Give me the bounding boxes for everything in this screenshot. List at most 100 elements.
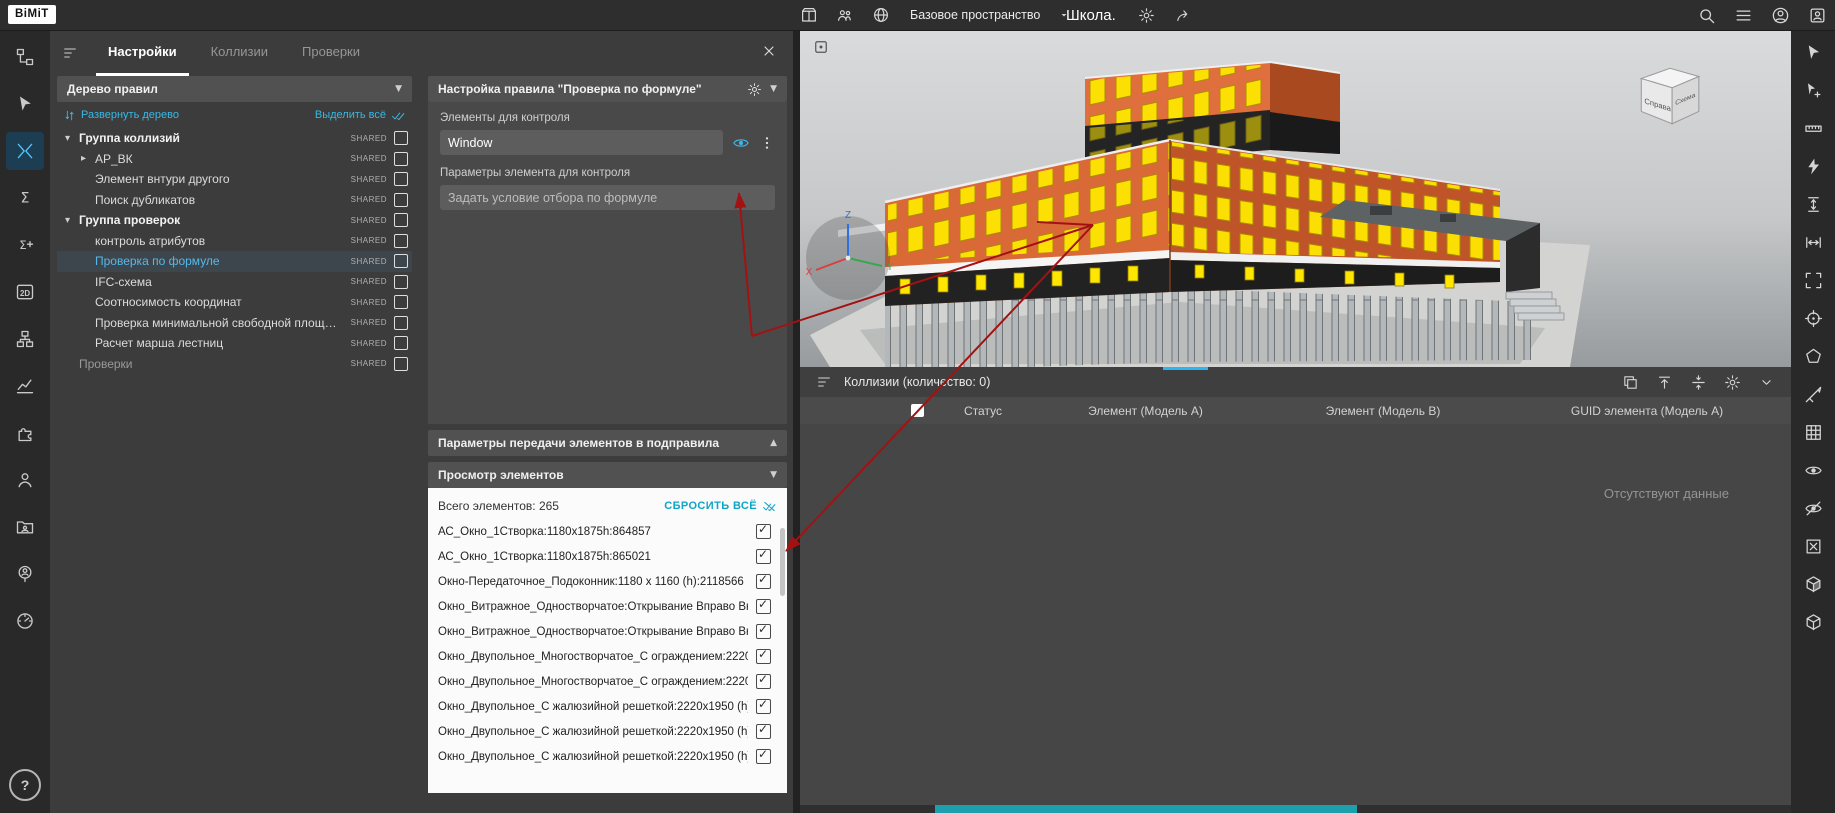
tree-item[interactable]: Расчет марша лестниц SHARED [57, 333, 412, 354]
settings-gear-icon[interactable] [747, 82, 762, 97]
tree-item[interactable]: Проверка минимальной свободной площади с… [57, 313, 412, 334]
tree-item[interactable]: ▾ Группа проверок SHARED [57, 210, 412, 231]
tree-item[interactable]: IFC-схема SHARED [57, 272, 412, 293]
cube-view-tool[interactable] [1798, 608, 1828, 636]
column-header[interactable]: Статус [938, 404, 1028, 418]
preview-elements-header[interactable]: Просмотр элементов ▼ [428, 462, 787, 488]
tree-item[interactable]: Проверка по формуле SHARED [57, 251, 412, 272]
expander-icon[interactable]: ▸ [81, 153, 95, 164]
user-location-tool[interactable] [6, 555, 44, 593]
chevron-down-icon[interactable] [1758, 374, 1775, 391]
panel-menu-icon[interactable] [816, 374, 832, 390]
app-logo[interactable]: BiMiT [8, 5, 56, 24]
expand-tree-link[interactable]: Развернуть дерево [63, 109, 179, 122]
ruler-tool[interactable] [1798, 114, 1828, 142]
element-list-item[interactable]: Окно_Двупольное_С жалюзийной решеткой:22… [438, 719, 777, 744]
element-checkbox[interactable] [756, 574, 771, 589]
reset-all-button[interactable]: СБРОСИТЬ ВСЁ [664, 499, 777, 514]
sigma-plus-tool[interactable]: Σ [6, 226, 44, 264]
column-header[interactable]: Элемент (Модель А) [1028, 404, 1263, 418]
cut-knife-tool[interactable] [1798, 380, 1828, 408]
element-checkbox[interactable] [756, 624, 771, 639]
transfer-params-header[interactable]: Параметры передачи элементов в подправил… [428, 430, 787, 456]
element-list-item[interactable]: Окно_Двупольное_С жалюзийной решеткой:22… [438, 744, 777, 769]
tree-item[interactable]: контроль атрибутов SHARED [57, 231, 412, 252]
tree-item[interactable]: Поиск дубликатов SHARED [57, 190, 412, 211]
view-2d-tool[interactable]: 2D [6, 273, 44, 311]
element-list-item[interactable]: Окно_Витражное_Одностворчатое:Открывание… [438, 594, 777, 619]
expander-icon[interactable]: ▾ [65, 215, 79, 226]
user-tool[interactable] [6, 461, 44, 499]
target-center-tool[interactable] [1798, 304, 1828, 332]
share-icon[interactable] [1175, 7, 1192, 24]
visibility-eye-tool[interactable] [1798, 456, 1828, 484]
select-cursor-tool[interactable] [1798, 38, 1828, 66]
kebab-menu-icon[interactable] [759, 135, 775, 151]
clash-lightning-tool[interactable] [1798, 152, 1828, 180]
package-icon[interactable] [800, 6, 818, 24]
scrollbar-thumb[interactable] [935, 805, 1357, 813]
list-scrollbar[interactable] [780, 528, 785, 596]
hide-eye-off-tool[interactable] [1798, 494, 1828, 522]
element-list-item[interactable]: АС_Окно_1Створка:1180х1875h:864857 [438, 519, 777, 544]
element-checkbox[interactable] [756, 749, 771, 764]
tab-1[interactable]: Коллизии [199, 30, 280, 76]
tree-checkbox[interactable] [394, 254, 408, 268]
caret-down-icon[interactable]: ▼ [770, 84, 777, 94]
elements-filter-input[interactable] [440, 130, 723, 155]
tree-checkbox[interactable] [394, 295, 408, 309]
measure-horizontal-tool[interactable] [1798, 228, 1828, 256]
element-checkbox[interactable] [756, 549, 771, 564]
eye-icon[interactable] [732, 134, 750, 152]
tree-checkbox[interactable] [394, 213, 408, 227]
chart-tool[interactable] [6, 367, 44, 405]
formula-condition-input[interactable] [440, 185, 775, 210]
select-all-checkbox[interactable] [911, 404, 924, 417]
element-list-item[interactable]: Окно_Двупольное_С жалюзийной решеткой:22… [438, 694, 777, 719]
element-checkbox[interactable] [756, 724, 771, 739]
globe-icon[interactable] [872, 6, 890, 24]
select-node-tool[interactable] [6, 85, 44, 123]
export-top-icon[interactable] [1656, 374, 1673, 391]
user-badge-icon[interactable] [1808, 6, 1827, 25]
select-all-link[interactable]: Выделить всё [315, 108, 406, 123]
tree-checkbox[interactable] [394, 234, 408, 248]
shared-folder-tool[interactable] [6, 508, 44, 546]
tree-item[interactable]: Проверки SHARED [57, 354, 412, 375]
collision-tool[interactable] [6, 132, 44, 170]
sigma-tool[interactable]: Σ [6, 179, 44, 217]
search-icon[interactable] [1697, 6, 1716, 25]
tree-checkbox[interactable] [394, 336, 408, 350]
tree-checkbox[interactable] [394, 131, 408, 145]
menu-list-icon[interactable] [1734, 6, 1753, 25]
section-cube-tool[interactable] [1798, 570, 1828, 598]
tab-2[interactable]: Проверки [290, 30, 372, 76]
focus-frame-icon[interactable] [812, 38, 830, 56]
dashboard-gauge-tool[interactable] [6, 602, 44, 640]
element-list-item[interactable]: Окно_Двупольное_Многостворчатое_С огражд… [438, 644, 777, 669]
account-circle-icon[interactable] [1771, 6, 1790, 25]
element-checkbox[interactable] [756, 699, 771, 714]
column-header[interactable]: Элемент (Модель В) [1263, 404, 1503, 418]
navigation-cube[interactable]: Справа Схема [1631, 58, 1705, 132]
element-list-item[interactable]: Окно_Двупольное_Многостворчатое_С огражд… [438, 669, 777, 694]
tree-item[interactable]: ▾ Группа коллизий SHARED [57, 128, 412, 149]
tree-checkbox[interactable] [394, 193, 408, 207]
settings-gear-icon[interactable] [1724, 374, 1741, 391]
element-checkbox[interactable] [756, 674, 771, 689]
tree-checkbox[interactable] [394, 275, 408, 289]
copy-stack-icon[interactable] [1622, 374, 1639, 391]
rule-settings-header[interactable]: Настройка правила "Проверка по формуле" … [428, 76, 787, 102]
tree-checkbox[interactable] [394, 172, 408, 186]
distribute-icon[interactable] [1690, 374, 1707, 391]
frame-2d-tool[interactable] [1798, 266, 1828, 294]
tree-item[interactable]: ▸ АР_ВК SHARED [57, 149, 412, 170]
element-list-item[interactable]: АС_Окно_1Створка:1180х1875h:865021 [438, 544, 777, 569]
hierarchy-tool[interactable] [6, 320, 44, 358]
grid-table-tool[interactable] [1798, 418, 1828, 446]
tree-item[interactable]: Элемент внтури другого SHARED [57, 169, 412, 190]
element-checkbox[interactable] [756, 599, 771, 614]
expander-icon[interactable]: ▾ [65, 133, 79, 144]
element-list-item[interactable]: Окно_Витражное_Одностворчатое:Открывание… [438, 619, 777, 644]
column-header[interactable]: GUID элемента (Модель А) [1503, 404, 1791, 418]
